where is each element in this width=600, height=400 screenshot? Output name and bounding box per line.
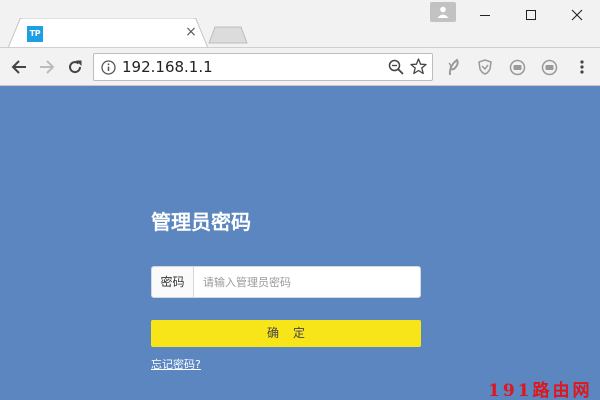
password-label: 密码 [152, 267, 194, 297]
profile-button[interactable] [430, 2, 456, 22]
forward-button[interactable] [37, 57, 57, 77]
browser-tab-active[interactable]: TP × [8, 18, 208, 48]
browser-toolbar: 192.168.1.1 [0, 48, 600, 86]
back-button[interactable] [9, 57, 29, 77]
forgot-password-link[interactable]: 忘记密码? [151, 356, 201, 372]
page-title: 管理员密码 [151, 210, 251, 234]
browser-menu-button[interactable] [572, 57, 592, 77]
maximize-icon [526, 10, 536, 20]
zoom-icon[interactable] [388, 59, 404, 75]
extension-chat-icon[interactable] [507, 57, 527, 77]
window-maximize-button[interactable] [508, 0, 554, 30]
site-watermark: 191路由网 [488, 381, 593, 400]
tab-close-icon[interactable]: × [183, 24, 199, 40]
password-field-group: 密码 [151, 266, 421, 298]
star-icon[interactable] [410, 58, 427, 75]
info-icon[interactable] [101, 60, 116, 75]
extension-feather-icon[interactable] [443, 57, 463, 77]
window-close-button[interactable] [554, 0, 600, 30]
more-vertical-icon [580, 60, 584, 74]
arrow-right-icon [40, 60, 55, 74]
arrow-left-icon [11, 60, 26, 74]
password-input[interactable] [195, 267, 420, 297]
extension-shield-icon[interactable] [475, 57, 495, 77]
address-url[interactable]: 192.168.1.1 [122, 58, 213, 76]
confirm-button[interactable]: 确定 [151, 320, 421, 347]
close-icon [571, 9, 583, 21]
tab-favicon-icon: TP [27, 26, 43, 42]
reload-icon [69, 60, 82, 74]
browser-titlebar: TP × [0, 0, 600, 48]
minimize-icon [480, 15, 490, 16]
address-bar[interactable]: 192.168.1.1 [93, 53, 433, 81]
router-login-page: 管理员密码 密码 确定 忘记密码? 191路由网 [0, 86, 600, 400]
reload-button[interactable] [65, 57, 85, 77]
new-tab-button[interactable] [208, 26, 248, 44]
window-minimize-button[interactable] [462, 0, 508, 30]
extension-chat-icon-2[interactable] [539, 57, 559, 77]
profile-icon [437, 6, 449, 18]
